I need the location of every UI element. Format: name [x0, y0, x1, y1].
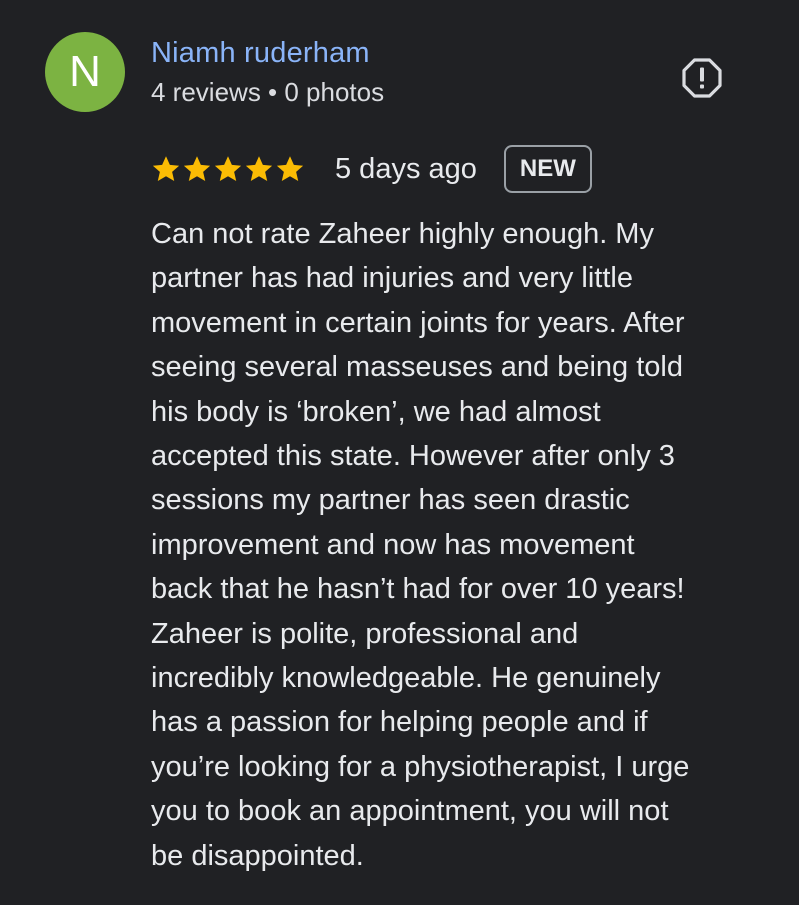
review-text-line: incredibly knowledgeable. He genuinely: [151, 662, 661, 695]
review-text-line: sessions my partner has seen drastic: [151, 484, 630, 517]
review-text-line: his body is ‘broken’, we had almost: [151, 395, 601, 428]
review-text-line: partner has had injuries and very little: [151, 262, 633, 295]
star-icon: [152, 156, 180, 181]
reviewer-header: Niamh ruderham 4 reviews • 0 photos: [151, 36, 384, 107]
review-text-line: Zaheer is polite, professional and: [151, 617, 579, 650]
star-icon: [183, 156, 211, 181]
reviewer-name-link[interactable]: Niamh ruderham: [151, 36, 384, 70]
avatar[interactable]: N: [45, 32, 125, 112]
star-rating: [151, 154, 305, 184]
review-text-line: seeing several masseuses and being told: [151, 351, 683, 384]
avatar-initial: N: [69, 47, 101, 96]
review-card: N Niamh ruderham 4 reviews • 0 photos 5 …: [0, 0, 799, 905]
review-text-line: be disappointed.: [151, 839, 364, 872]
new-badge: NEW: [503, 145, 592, 193]
review-text-line: Can not rate Zaheer highly enough. My: [151, 218, 654, 250]
report-review-button[interactable]: [680, 56, 724, 100]
review-text-line: has a passion for helping people and if: [151, 706, 648, 739]
review-date: 5 days ago: [335, 153, 477, 185]
review-text-line: you’re looking for a physiotherapist, I …: [151, 750, 690, 783]
review-text-line: movement in certain joints for years. Af…: [151, 306, 685, 339]
review-meta-row: 5 days ago NEW: [151, 143, 592, 195]
review-text: Can not rate Zaheer highly enough. My par…: [151, 212, 771, 878]
review-text-line: back that he hasn’t had for over 10 year…: [151, 573, 685, 606]
star-icon: [276, 156, 304, 181]
review-text-line: improvement and now has movement: [151, 528, 635, 561]
star-icon: [214, 156, 242, 181]
review-text-line: accepted this state. However after only …: [151, 440, 675, 473]
review-text-line: you to book an appointment, you will not: [151, 795, 669, 828]
reviewer-stats: 4 reviews • 0 photos: [151, 77, 385, 107]
star-icon: [245, 156, 273, 181]
report-flag-icon: [682, 58, 722, 98]
